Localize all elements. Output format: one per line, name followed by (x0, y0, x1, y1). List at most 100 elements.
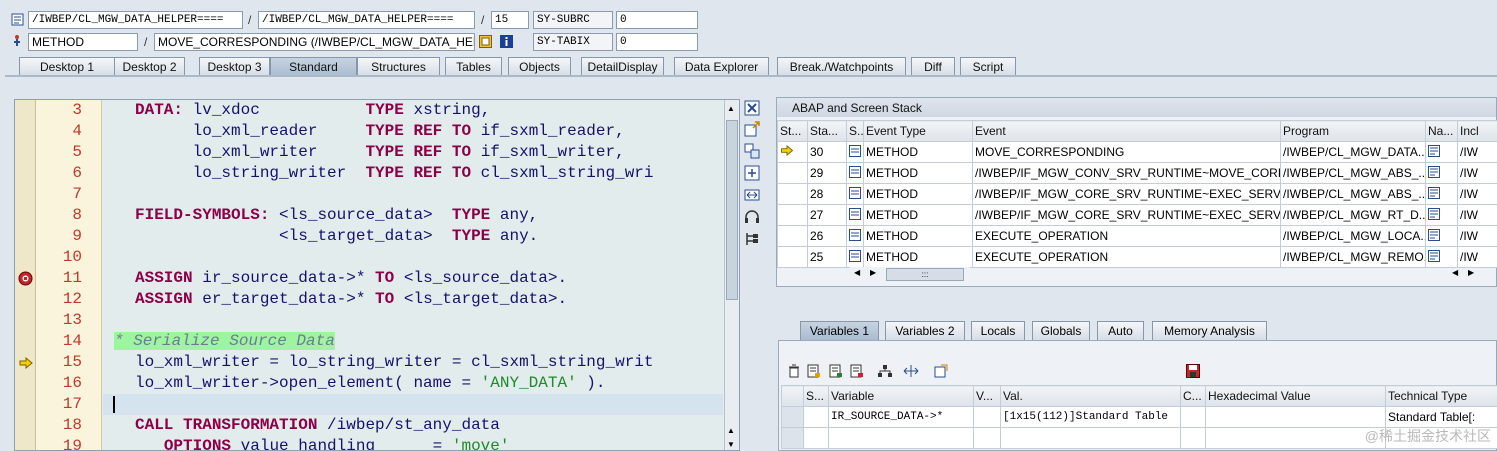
event-name[interactable]: EXECUTE_OPERATION (972, 225, 1281, 247)
event-name[interactable]: /IWBEP/IF_MGW_CONV_SRV_RUNTIME~MOVE_CORR… (972, 162, 1281, 184)
scroll-right-arrow-icon[interactable]: ▶ (1468, 268, 1474, 277)
event-name[interactable]: MOVE_CORRESPONDING (972, 141, 1281, 163)
tab-objects[interactable]: Objects (508, 57, 571, 76)
tab-desktop-2[interactable]: Desktop 2 (114, 57, 185, 76)
table-row[interactable]: 28 METHOD /IWBEP/IF_MGW_CORE_SRV_RUNTIME… (777, 183, 1497, 205)
tab-locals[interactable]: Locals (971, 321, 1025, 340)
column-header[interactable]: S... (846, 120, 864, 142)
delete-icon[interactable] (787, 364, 801, 378)
column-header[interactable]: Technical Type (1385, 385, 1497, 407)
navigate-icon[interactable] (1425, 162, 1458, 184)
column-header[interactable]: C... (1180, 385, 1206, 407)
program-name[interactable]: /IWBEP/CL_MGW_DATA... (1280, 141, 1426, 163)
insert-icon[interactable] (807, 364, 821, 378)
column-header[interactable]: Na... (1425, 120, 1458, 142)
column-header[interactable]: Incl (1457, 120, 1497, 142)
scroll-thumb[interactable]: ::: (886, 268, 964, 281)
sysvar-value-1[interactable]: 0 (616, 11, 698, 29)
navigate-icon[interactable] (1425, 183, 1458, 205)
variable-name[interactable] (828, 427, 974, 449)
sysvar-value-2[interactable]: 0 (616, 33, 698, 51)
tree-icon[interactable] (744, 231, 760, 247)
table-row[interactable]: 25 METHOD EXECUTE_OPERATION /IWBEP/CL_MG… (777, 246, 1497, 268)
table-row[interactable]: 29 METHOD /IWBEP/IF_MGW_CONV_SRV_RUNTIME… (777, 162, 1497, 184)
program-name[interactable]: /IWBEP/CL_MGW_LOCA... (1280, 225, 1426, 247)
column-header[interactable]: Event Type (863, 120, 973, 142)
column-header[interactable]: V... (973, 385, 1001, 407)
tab-tables[interactable]: Tables (445, 57, 502, 76)
save-icon[interactable] (1186, 364, 1200, 378)
tab-memory-analysis[interactable]: Memory Analysis (1152, 321, 1267, 340)
tab-desktop-1[interactable]: Desktop 1 (19, 57, 115, 76)
variable-value[interactable]: [1x15(112)]Standard Table (1000, 406, 1181, 428)
program-name[interactable]: /IWBEP/CL_MGW_ABS_... (1280, 162, 1426, 184)
swap-tool-icon[interactable] (744, 143, 760, 159)
tab-variables-2[interactable]: Variables 2 (885, 321, 965, 340)
tab-globals[interactable]: Globals (1032, 321, 1090, 340)
tab-script[interactable]: Script (960, 57, 1016, 76)
tab-auto[interactable]: Auto (1097, 321, 1144, 340)
program-name[interactable]: /IWBEP/CL_MGW_REMO... (1280, 246, 1426, 268)
scroll-right-arrow-icon[interactable]: ▶ (870, 268, 876, 277)
close-icon[interactable] (744, 100, 760, 116)
remove-icon[interactable] (850, 364, 864, 378)
include-field[interactable]: /IWBEP/CL_MGW_DATA_HELPER==== (258, 11, 475, 29)
tab-diff[interactable]: Diff (911, 57, 955, 76)
source-code-editor[interactable]: 3 4 5 6 7 8 9 10 11 12 13 14 15 16 17 18… (14, 99, 740, 451)
event-name[interactable]: /IWBEP/IF_MGW_CORE_SRV_RUNTIME~EXEC_SERV… (972, 183, 1281, 205)
select-icon[interactable] (479, 35, 492, 48)
tab-desktop-3[interactable]: Desktop 3 (199, 57, 270, 76)
column-header[interactable]: St... (777, 120, 808, 142)
column-header[interactable]: Val. (1000, 385, 1181, 407)
scroll-up-arrow-icon[interactable]: ▲ (727, 104, 735, 113)
hierarchy-icon[interactable] (877, 364, 893, 378)
table-row[interactable]: 26 METHOD EXECUTE_OPERATION /IWBEP/CL_MG… (777, 225, 1497, 247)
scroll-up-arrow-icon[interactable]: ▲ (727, 426, 735, 435)
tab-standard[interactable]: Standard (270, 57, 357, 76)
tab-data-explorer[interactable]: Data Explorer (674, 57, 769, 76)
column-header[interactable]: Variable (828, 385, 974, 407)
column-header[interactable]: Event (972, 120, 1281, 142)
event-name[interactable]: EXECUTE_OPERATION (972, 246, 1281, 268)
open-detail-icon[interactable] (934, 364, 948, 378)
tab-detaildisplay[interactable]: DetailDisplay (581, 57, 664, 76)
row-selector[interactable] (781, 427, 804, 449)
resize-icon[interactable] (744, 187, 760, 203)
navigate-arrows-icon[interactable] (903, 364, 919, 378)
variable-value[interactable] (1000, 427, 1181, 449)
tab-break-watchpoints[interactable]: Break./Watchpoints (777, 57, 906, 76)
navigate-icon[interactable] (1425, 141, 1458, 163)
editor-vertical-scrollbar[interactable]: ▲ ▲ ▼ (724, 100, 739, 450)
navigate-icon[interactable] (1425, 246, 1458, 268)
new-window-icon[interactable] (744, 121, 760, 137)
copy-icon[interactable] (829, 364, 843, 378)
scroll-thumb[interactable] (726, 120, 738, 300)
column-header[interactable]: Hexadecimal Value (1205, 385, 1386, 407)
table-row[interactable]: 30 METHOD MOVE_CORRESPONDING /IWBEP/CL_M… (777, 141, 1497, 163)
tab-variables-1[interactable]: Variables 1 (800, 321, 879, 340)
headset-icon[interactable] (744, 209, 760, 225)
info-icon[interactable] (500, 35, 513, 48)
variable-name[interactable]: IR_SOURCE_DATA->* (828, 406, 974, 428)
event-type-field[interactable]: METHOD (28, 33, 138, 51)
column-header[interactable]: S... (803, 385, 829, 407)
event-name[interactable]: /IWBEP/IF_MGW_CORE_SRV_RUNTIME~EXEC_SERV… (972, 204, 1281, 226)
row-selector[interactable] (781, 406, 804, 428)
scroll-left-arrow-icon[interactable]: ◀ (854, 268, 860, 277)
event-field[interactable]: MOVE_CORRESPONDING (/IWBEP/CL_MGW_DATA_H… (154, 33, 475, 51)
line-field[interactable]: 15 (491, 11, 529, 29)
maximize-icon[interactable] (744, 165, 760, 181)
program-name[interactable]: /IWBEP/CL_MGW_ABS_... (1280, 183, 1426, 205)
breakpoint-icon[interactable] (18, 271, 33, 286)
navigate-icon[interactable] (1425, 225, 1458, 247)
program-name[interactable]: /IWBEP/CL_MGW_RT_D... (1280, 204, 1426, 226)
program-field[interactable]: /IWBEP/CL_MGW_DATA_HELPER==== (28, 11, 243, 29)
tab-structures[interactable]: Structures (357, 57, 440, 76)
table-row[interactable]: 27 METHOD /IWBEP/IF_MGW_CORE_SRV_RUNTIME… (777, 204, 1497, 226)
scroll-left-arrow-icon[interactable]: ◀ (1452, 268, 1458, 277)
stack-horizontal-scrollbar[interactable]: ◀ ▶ ::: (850, 267, 970, 282)
table-row[interactable]: IR_SOURCE_DATA->* [1x15(112)]Standard Ta… (781, 406, 1497, 428)
column-header[interactable]: Sta... (807, 120, 847, 142)
scroll-down-arrow-icon[interactable]: ▼ (727, 440, 735, 449)
column-header[interactable]: Program (1280, 120, 1426, 142)
